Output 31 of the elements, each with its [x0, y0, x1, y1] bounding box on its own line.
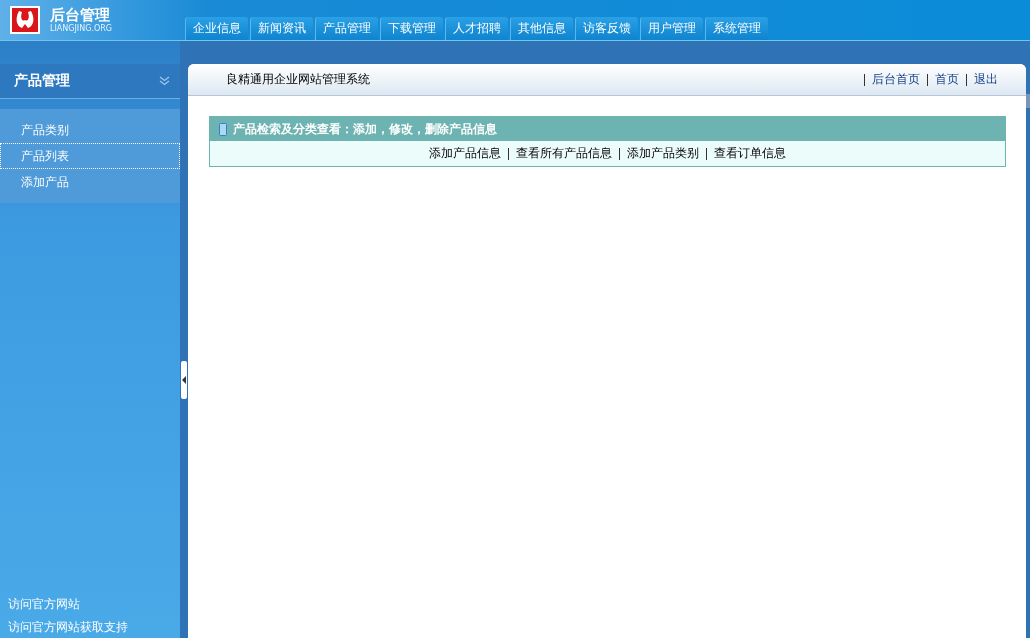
collapse-handle[interactable]: [181, 361, 187, 399]
panel-link[interactable]: 查看所有产品信息: [516, 145, 612, 162]
panel-title: 产品检索及分类查看：添加，修改，删除产品信息: [233, 120, 497, 138]
logo-title: 后台管理: [50, 7, 111, 23]
nav-tab[interactable]: 下载管理: [380, 17, 443, 40]
sidebar-link[interactable]: 访问官方网站获取支持: [8, 619, 180, 636]
panel-link[interactable]: 添加产品信息: [429, 145, 501, 162]
header-link[interactable]: 后台首页: [872, 71, 920, 88]
sidebar-item[interactable]: 产品列表: [0, 143, 180, 169]
sidebar-title: 产品管理: [14, 72, 70, 90]
nav-tab[interactable]: 新闻资讯: [250, 17, 313, 40]
logo-subtitle: LIANGJING.ORG: [50, 24, 112, 33]
scrollbar[interactable]: [1026, 94, 1030, 108]
sidebar-item[interactable]: 添加产品: [0, 169, 180, 195]
header-link[interactable]: 退出: [974, 71, 998, 88]
double-chevron-icon[interactable]: [159, 76, 170, 86]
nav-tab[interactable]: 其他信息: [510, 17, 573, 40]
header-link[interactable]: 首页: [935, 71, 959, 88]
nav-tab[interactable]: 系统管理: [705, 17, 768, 40]
nav-tab[interactable]: 企业信息: [185, 17, 248, 40]
nav-tab[interactable]: 用户管理: [640, 17, 703, 40]
sidebar-link[interactable]: 访问官方网站: [8, 596, 180, 613]
nav-tab[interactable]: 产品管理: [315, 17, 378, 40]
system-title: 良精通用企业网站管理系统: [226, 71, 370, 88]
panel-link[interactable]: 查看订单信息: [714, 145, 786, 162]
logo-icon: [10, 6, 40, 34]
nav-tab[interactable]: 人才招聘: [445, 17, 508, 40]
panel-link[interactable]: 添加产品类别: [627, 145, 699, 162]
sidebar-item[interactable]: 产品类别: [0, 117, 180, 143]
nav-tab[interactable]: 访客反馈: [575, 17, 638, 40]
document-icon: [219, 122, 227, 136]
